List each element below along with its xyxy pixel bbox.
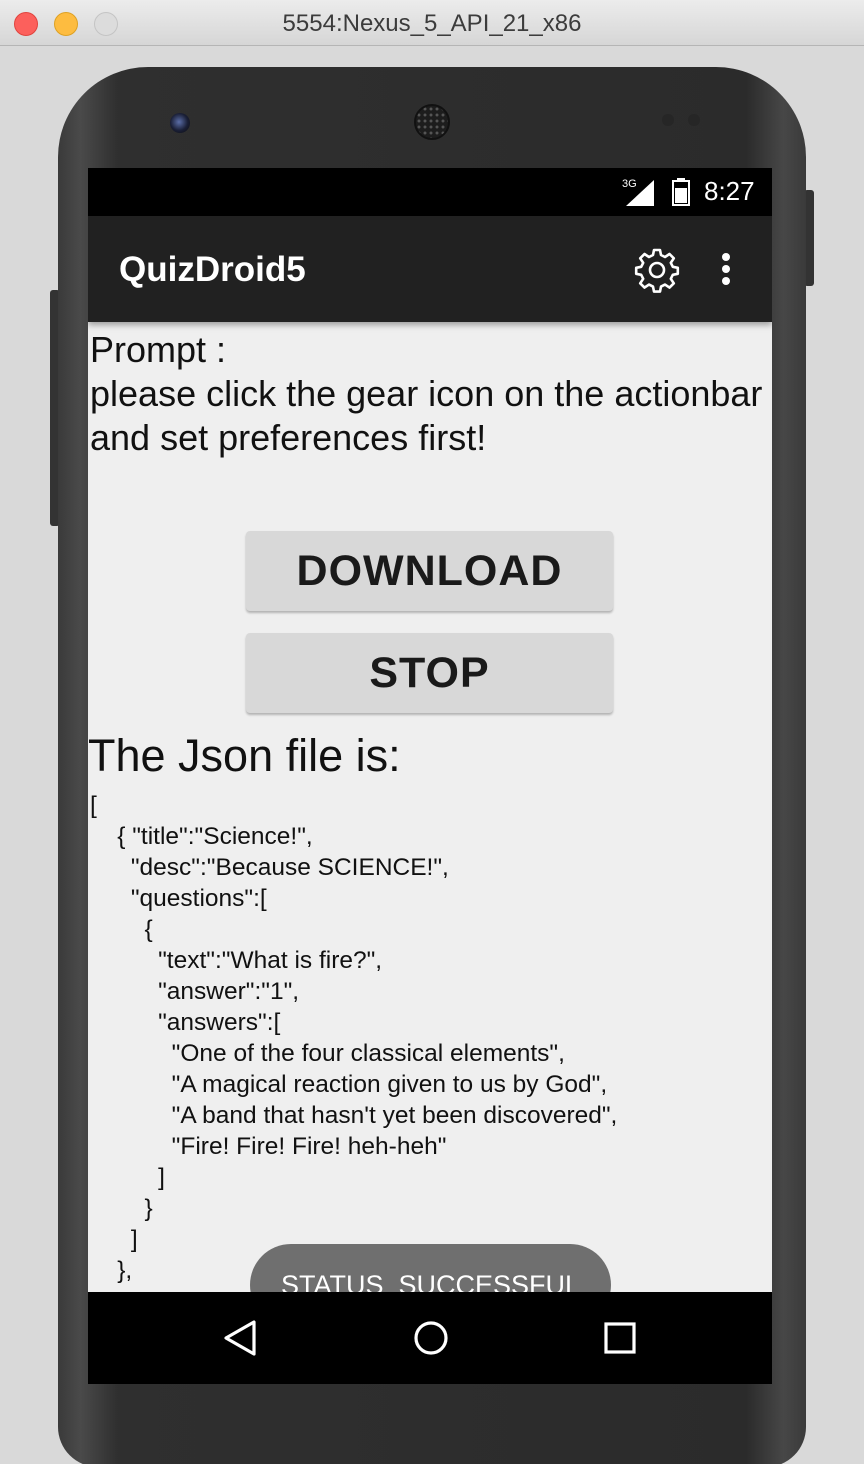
front-camera	[170, 113, 190, 133]
prompt-text: Prompt : please click the gear icon on t…	[90, 329, 763, 458]
home-icon[interactable]	[413, 1320, 449, 1356]
window-title: 5554:Nexus_5_API_21_x86	[282, 10, 582, 37]
download-button[interactable]: DOWNLOAD	[246, 531, 613, 611]
json-content: [ { "title":"Science!", "desc":"Because …	[90, 792, 618, 1284]
app-title: QuizDroid5	[119, 250, 306, 289]
gear-icon[interactable]	[634, 247, 680, 293]
back-icon[interactable]	[222, 1320, 258, 1356]
json-heading: The Json file is:	[88, 730, 401, 781]
window-titlebar: 5554:Nexus_5_API_21_x86	[0, 0, 864, 46]
earpiece-speaker	[414, 104, 450, 140]
battery-icon	[672, 178, 690, 206]
signal-icon	[626, 180, 654, 206]
more-vert-icon[interactable]	[712, 246, 740, 292]
phone-screen: 3G 8:27 QuizDroid5 Prompt : please click…	[88, 168, 772, 1384]
recents-icon[interactable]	[604, 1322, 636, 1354]
status-clock: 8:27	[704, 176, 755, 206]
status-bar: 3G 8:27	[88, 168, 772, 216]
main-content: Prompt : please click the gear icon on t…	[88, 322, 772, 1326]
navigation-bar	[88, 1292, 772, 1384]
proximity-sensor	[662, 114, 674, 126]
action-bar: QuizDroid5	[88, 216, 772, 322]
light-sensor	[688, 114, 700, 126]
stop-button[interactable]: STOP	[246, 633, 613, 713]
